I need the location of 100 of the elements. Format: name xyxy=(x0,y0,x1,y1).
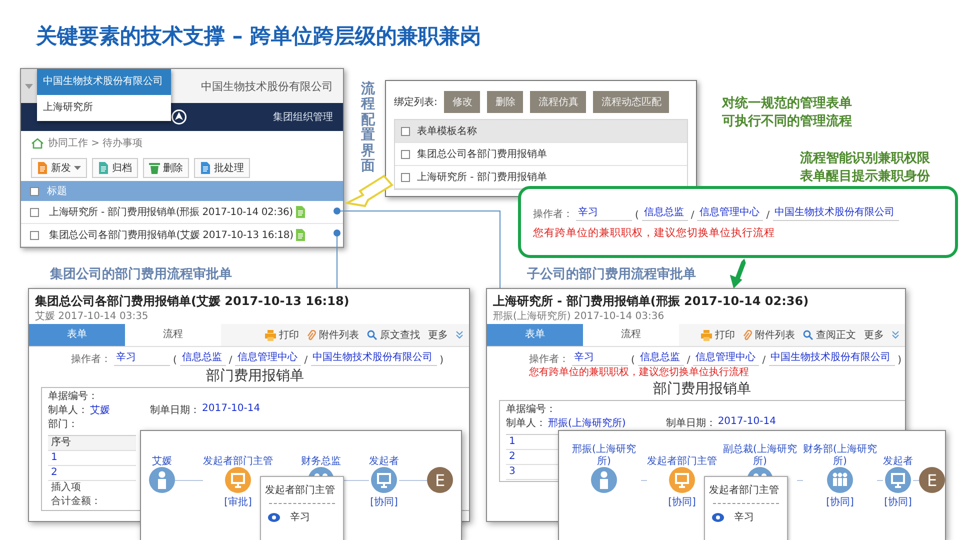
node-label: 艾媛 xyxy=(152,456,172,467)
field-label: 操作者： xyxy=(529,352,569,366)
people-node-icon[interactable] xyxy=(827,467,853,493)
row-title[interactable]: 上海研究所 - 部门费用报销单(邢振 2017-10-14 02:36) xyxy=(49,205,293,219)
toolbar-link[interactable]: 附件列表 xyxy=(319,328,359,342)
eye-icon xyxy=(268,512,280,522)
screen-node-icon[interactable] xyxy=(669,467,695,493)
field-label: 单据编号： xyxy=(48,390,98,403)
footer-label: 插入项 xyxy=(50,481,81,495)
separator: / xyxy=(228,355,232,366)
operator-field[interactable]: 信息管理中心 xyxy=(235,350,302,366)
node-label: 财务部(上海研究所) xyxy=(803,444,877,467)
checkbox[interactable] xyxy=(30,208,38,216)
vertical-caption: 流程配置界面 xyxy=(361,82,375,174)
search-icon xyxy=(803,330,813,340)
toolbar-link[interactable]: 打印 xyxy=(715,328,735,342)
operator-field[interactable]: 信息总监 xyxy=(638,350,684,366)
checkbox[interactable] xyxy=(401,172,410,182)
separator: ( xyxy=(173,355,177,366)
node-label: 发起者部门主管 xyxy=(647,456,717,467)
checkbox[interactable] xyxy=(401,126,410,136)
separator: ) xyxy=(440,355,444,366)
caret-icon[interactable] xyxy=(25,84,33,88)
operator-field[interactable]: 信息总监 xyxy=(642,205,688,221)
operator-field[interactable]: 辛习 xyxy=(572,350,628,366)
end-node: E xyxy=(427,467,453,493)
node-status[interactable]: [协同] xyxy=(668,495,696,509)
operator-field[interactable]: 辛习 xyxy=(114,350,170,366)
operator-field[interactable]: 信息总监 xyxy=(180,350,226,366)
operator-field[interactable]: 中国生物技术股份有限公司 xyxy=(768,350,895,366)
node-status[interactable]: [协同] xyxy=(370,495,398,509)
field-label: 部门： xyxy=(48,418,78,431)
form-heading: 部门费用报销单 xyxy=(652,381,752,398)
document-icon xyxy=(294,206,306,218)
paperclip-icon xyxy=(307,330,316,340)
tab[interactable]: 流程 xyxy=(583,324,679,346)
node-status[interactable]: [协同] xyxy=(826,495,854,509)
separator: ) xyxy=(898,355,902,366)
section-caption: 子公司的部门费用流程审批单 xyxy=(527,266,696,283)
node-status[interactable]: [协同] xyxy=(884,495,912,509)
printer-icon xyxy=(265,330,276,340)
toolbar-button[interactable]: 归档 xyxy=(92,158,138,178)
node-label: 发起者 xyxy=(883,456,913,467)
up-arrow-icon[interactable] xyxy=(171,109,187,125)
caret-icon xyxy=(74,166,81,170)
row-title[interactable]: 集团总公司各部门费用报销单(艾媛 2017-10-13 16:18) xyxy=(49,228,294,242)
separator: / xyxy=(686,355,690,366)
person-node-icon[interactable] xyxy=(149,467,175,493)
checkbox[interactable] xyxy=(401,150,410,158)
field-value: 2017-10-14 xyxy=(202,403,260,416)
menu-item[interactable]: 中国生物技术股份有限公司 xyxy=(37,69,171,95)
screen-node-icon[interactable] xyxy=(225,467,251,493)
table-cell[interactable]: 上海研究所 - 部门费用报销单 xyxy=(417,170,547,184)
toolbar-button[interactable]: 批处理 xyxy=(194,158,250,178)
toolbar-link[interactable]: 原文查找 xyxy=(380,328,420,342)
operator-field[interactable]: 信息管理中心 xyxy=(697,205,764,221)
breadcrumb[interactable]: 协同工作 > 待办事项 xyxy=(48,136,143,150)
nav-link[interactable]: 集团组织管理 xyxy=(273,110,333,124)
chevron-icon[interactable] xyxy=(456,331,463,339)
person-node-icon[interactable] xyxy=(591,467,617,493)
field-label: 操作者： xyxy=(533,208,573,221)
document-icon xyxy=(98,162,109,174)
menu-item[interactable]: 上海研究所 xyxy=(37,95,171,121)
field-value: 艾媛 xyxy=(90,404,110,417)
field-label: 制单日期： xyxy=(150,404,200,417)
toolbar-link[interactable]: 更多 xyxy=(864,328,884,342)
chevron-icon[interactable] xyxy=(892,331,899,339)
toolbar-button[interactable]: 新发 xyxy=(31,158,87,178)
checkbox[interactable] xyxy=(30,186,38,196)
operator-field[interactable]: 信息管理中心 xyxy=(693,350,760,366)
home-icon[interactable] xyxy=(31,138,44,148)
search-icon xyxy=(367,330,377,340)
table-cell: 1 xyxy=(48,451,136,466)
operator-field[interactable]: 辛习 xyxy=(576,205,632,221)
operator-field[interactable]: 中国生物技术股份有限公司 xyxy=(772,205,899,221)
printer-icon xyxy=(701,330,712,340)
table-cell: 2 xyxy=(48,466,136,481)
tab[interactable]: 流程 xyxy=(125,324,221,346)
checkbox[interactable] xyxy=(30,230,38,240)
field-label: 单据编号： xyxy=(506,402,556,416)
screen-node-icon[interactable] xyxy=(885,467,911,493)
separator: / xyxy=(762,355,766,366)
company-name: 中国生物技术股份有限公司 xyxy=(201,78,333,94)
column-header: 标题 xyxy=(47,184,67,198)
person-name[interactable]: 辛习 xyxy=(734,510,754,524)
toolbar-link[interactable]: 查阅正文 xyxy=(816,328,856,342)
field-label: 绑定列表: xyxy=(394,96,438,109)
document-icon xyxy=(200,162,211,174)
toolbar-button[interactable]: 删除 xyxy=(143,158,189,178)
toolbar-link[interactable]: 附件列表 xyxy=(755,328,795,342)
screen-node-icon[interactable] xyxy=(371,467,397,493)
node-status[interactable]: [审批] xyxy=(224,495,252,509)
separator: ( xyxy=(635,210,639,221)
person-name[interactable]: 辛习 xyxy=(290,510,310,524)
column-header: 序号 xyxy=(48,436,136,451)
table-cell[interactable]: 集团总公司各部门费用报销单 xyxy=(417,147,547,161)
toolbar-link[interactable]: 更多 xyxy=(428,328,448,342)
node-label: 发起者部门主管 xyxy=(203,456,273,467)
toolbar-link[interactable]: 打印 xyxy=(279,328,299,342)
operator-field[interactable]: 中国生物技术股份有限公司 xyxy=(310,350,437,366)
